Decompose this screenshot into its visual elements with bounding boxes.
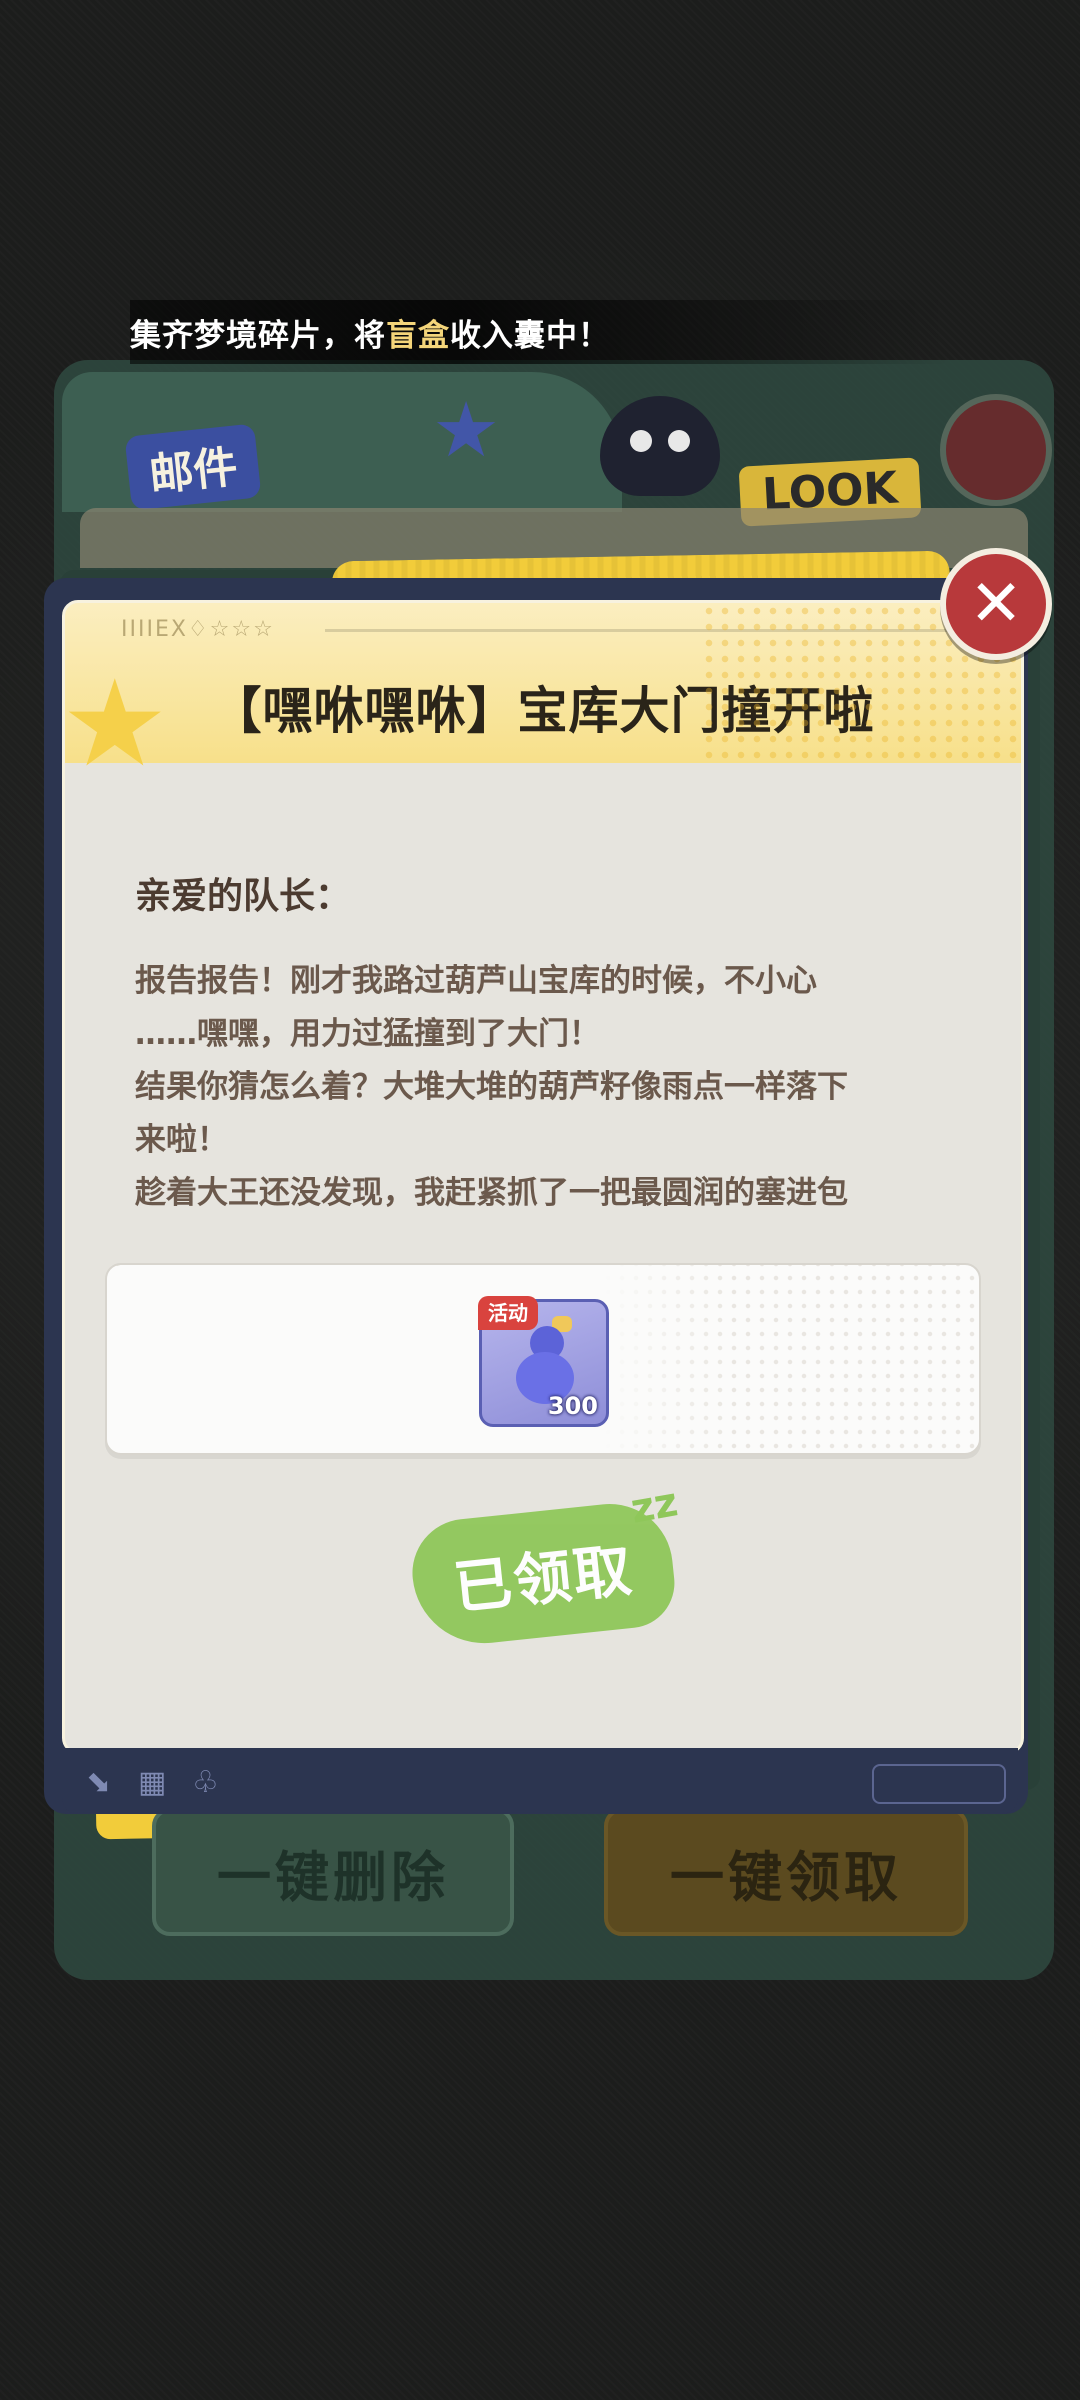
marquee-text-suffix: 收入囊中！ [450, 317, 610, 354]
mail-body-line: 来啦！ [135, 1122, 228, 1158]
announcement-marquee: 集齐梦境碎片，将 盲盒 收入囊中！ [130, 300, 950, 364]
mail-title: 邮件 [124, 423, 262, 511]
mail-body-line: ……嘿嘿，用力过猛撞到了大门！ [135, 1016, 600, 1052]
item-count: 300 [547, 1392, 598, 1420]
reward-box: 活动 300 [105, 1263, 981, 1455]
mail-body-line: 报告报告！刚才我路过葫芦山宝库的时候，不小心 [135, 963, 817, 999]
arrow-icon: ⬊ [86, 1765, 112, 1800]
header-decoration: IIIIEX♢☆☆☆ [121, 617, 275, 642]
event-tag: 活动 [478, 1296, 538, 1330]
mail-greeting: 亲爱的队长： [135, 876, 352, 917]
header-divider [325, 629, 965, 632]
marquee-text-prefix: 集齐梦境碎片，将 [130, 317, 386, 354]
club-icon: ♧ [192, 1765, 219, 1800]
mail-detail-dialog: IIIIEX♢☆☆☆ ★ 【嘿咻嘿咻】宝库大门撞开啦 亲爱的队长： 报告报告！刚… [62, 600, 1024, 1754]
claim-all-button[interactable]: 一键领取 [604, 1808, 968, 1936]
sleep-icon: zz [627, 1479, 682, 1533]
close-icon: ✕ [969, 567, 1023, 641]
marquee-highlight: 盲盒 [386, 317, 450, 354]
close-button[interactable]: ✕ [940, 548, 1052, 660]
delete-all-button[interactable]: 一键删除 [152, 1808, 514, 1936]
mail-body: 亲爱的队长： 报告报告！刚才我路过葫芦山宝库的时候，不小心 ……嘿嘿，用力过猛撞… [135, 867, 985, 1220]
reward-item[interactable]: 活动 300 [478, 1296, 609, 1427]
dialog-title: 【嘿咻嘿咻】宝库大门撞开啦 [211, 682, 875, 740]
dialog-header: IIIIEX♢☆☆☆ ★ 【嘿咻嘿咻】宝库大门撞开啦 [65, 603, 1021, 785]
mail-close-button[interactable] [940, 394, 1052, 506]
mail-body-line: 结果你猜怎么着？大堆大堆的葫芦籽像雨点一样落下 [135, 1069, 848, 1105]
checker-icon: ▦ [138, 1765, 167, 1800]
mail-body-line: 趁着大王还没发现，我赶紧抓了一把最圆润的塞进包 [135, 1175, 848, 1211]
footer-decoration [872, 1764, 1006, 1804]
